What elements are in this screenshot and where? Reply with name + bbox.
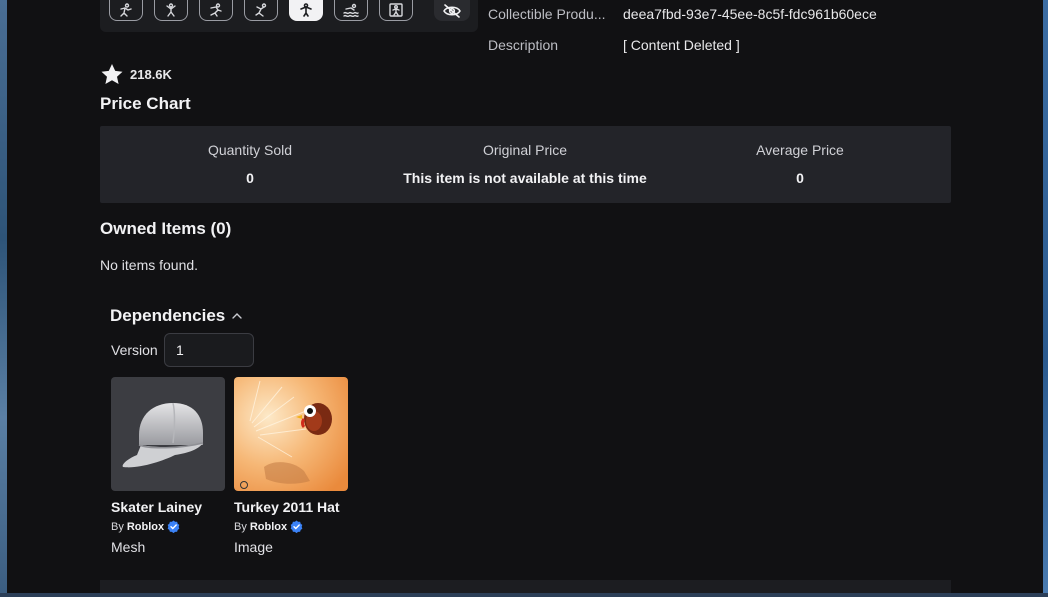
emote-swim-button[interactable] bbox=[334, 0, 368, 21]
dependency-card[interactable]: Turkey 2011 Hat By Roblox Image bbox=[234, 377, 349, 555]
turkey-texture-image bbox=[234, 377, 348, 491]
emote-run-button[interactable] bbox=[199, 0, 233, 21]
dependencies-toggle[interactable]: Dependencies bbox=[110, 306, 243, 326]
eye-off-icon bbox=[443, 3, 461, 18]
creator-link[interactable]: Roblox bbox=[127, 521, 164, 533]
owned-items-title: Owned Items (0) bbox=[100, 219, 232, 238]
description-label: Description bbox=[488, 37, 559, 53]
version-input[interactable] bbox=[164, 333, 254, 367]
emote-idle-icon bbox=[389, 3, 403, 17]
original-price-stat: Original Price This item is not availabl… bbox=[385, 126, 665, 186]
average-price-label: Average Price bbox=[756, 142, 844, 158]
dependency-name[interactable]: Skater Lainey bbox=[111, 499, 226, 515]
emote-jump-icon bbox=[255, 3, 267, 17]
desktop-edge-right bbox=[1043, 0, 1048, 597]
star-icon bbox=[101, 64, 123, 84]
creator-line: By Roblox bbox=[234, 520, 349, 533]
skater-lainey-thumbnail[interactable] bbox=[111, 377, 225, 491]
collectible-product-id: deea7fbd-93e7-45ee-8c5f-fdc961b60ece bbox=[623, 6, 877, 22]
average-price-value: 0 bbox=[796, 170, 804, 186]
emote-dance-icon bbox=[120, 3, 132, 17]
hide-button[interactable] bbox=[434, 0, 470, 21]
price-chart-title: Price Chart bbox=[100, 94, 191, 113]
dependency-type: Mesh bbox=[111, 539, 146, 555]
price-chart-panel: Quantity Sold 0 Original Price This item… bbox=[100, 126, 951, 203]
chevron-up-icon bbox=[232, 313, 242, 319]
collectible-product-label: Collectible Produ... bbox=[488, 6, 606, 22]
by-prefix: By bbox=[111, 520, 124, 533]
emote-climb-icon bbox=[166, 3, 176, 17]
taskbar-edge bbox=[0, 593, 1048, 597]
emote-strip bbox=[100, 0, 478, 32]
favorites-count: 218.6K bbox=[130, 66, 172, 82]
verified-badge-icon bbox=[290, 520, 303, 533]
creator-line: By Roblox bbox=[111, 520, 226, 533]
creator-link[interactable]: Roblox bbox=[250, 521, 287, 533]
emote-swim-icon bbox=[343, 3, 359, 17]
dependency-type: Image bbox=[234, 539, 273, 555]
dependency-card[interactable]: Skater Lainey By Roblox Mesh bbox=[111, 377, 226, 555]
cap-mesh-image bbox=[122, 402, 204, 468]
next-section-panel bbox=[100, 580, 951, 593]
quantity-sold-label: Quantity Sold bbox=[207, 142, 293, 158]
emote-idle-button[interactable] bbox=[379, 0, 413, 21]
emote-climb-button[interactable] bbox=[154, 0, 188, 21]
emote-dance-button[interactable] bbox=[109, 0, 143, 21]
quantity-sold-value: 0 bbox=[246, 170, 254, 186]
browser-page: Collectible Produ... deea7fbd-93e7-45ee-… bbox=[7, 0, 1043, 593]
emote-jump-button[interactable] bbox=[244, 0, 278, 21]
verified-badge-icon bbox=[167, 520, 180, 533]
emote-fall-icon bbox=[300, 3, 312, 17]
turkey-2011-hat-thumbnail[interactable] bbox=[234, 377, 348, 491]
favorites[interactable]: 218.6K bbox=[100, 63, 172, 85]
desktop-edge-left bbox=[0, 0, 7, 597]
emote-run-icon bbox=[210, 3, 222, 17]
average-price-stat: Average Price 0 bbox=[660, 126, 940, 186]
by-prefix: By bbox=[234, 520, 247, 533]
dependencies-title: Dependencies bbox=[110, 306, 226, 325]
dependency-name[interactable]: Turkey 2011 Hat bbox=[234, 499, 349, 515]
original-price-value: This item is not available at this time bbox=[403, 170, 647, 186]
description-value: [ Content Deleted ] bbox=[623, 37, 740, 53]
owned-items-empty: No items found. bbox=[100, 257, 199, 273]
emote-fall-button[interactable] bbox=[289, 0, 323, 21]
quantity-sold-stat: Quantity Sold 0 bbox=[110, 126, 390, 186]
original-price-label: Original Price bbox=[482, 142, 568, 158]
version-label: Version bbox=[111, 342, 158, 358]
